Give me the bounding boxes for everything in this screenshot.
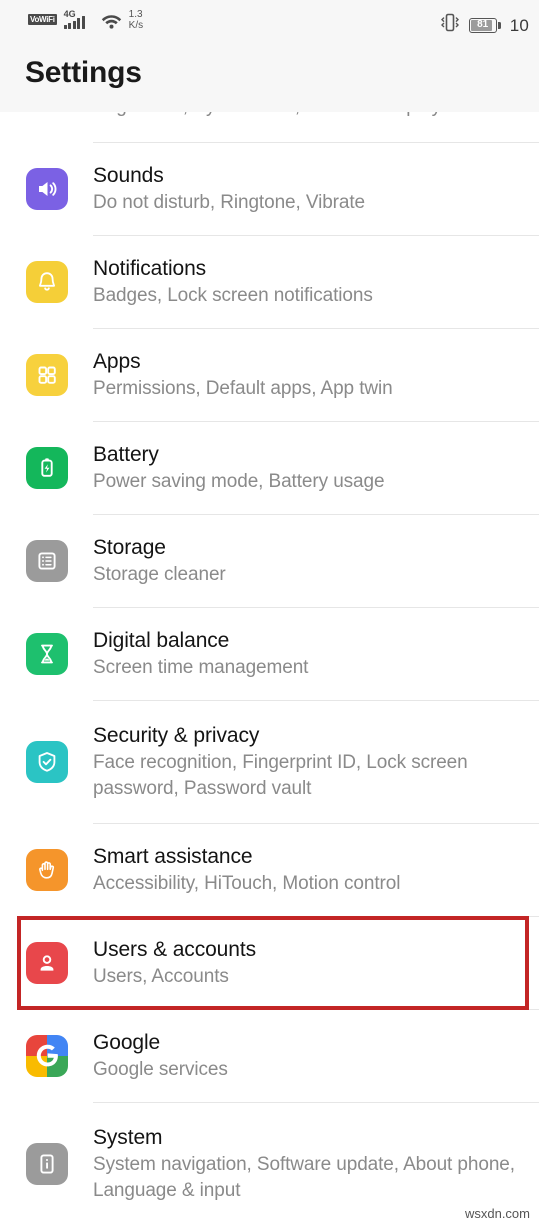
icon-column <box>0 540 93 582</box>
text-column: Apps Permissions, Default apps, App twin <box>93 348 523 402</box>
list-item-battery[interactable]: Battery Power saving mode, Battery usage <box>0 422 539 514</box>
vowifi-icon: VoWiFi <box>28 14 57 25</box>
list-item-subtitle: Google services <box>93 1059 228 1080</box>
hourglass-icon <box>25 633 68 675</box>
hand-icon <box>25 849 68 891</box>
status-bar: VoWiFi 4G 1.3 K/s 81 10 <box>0 0 539 50</box>
list-item-subtitle: Accessibility, HiTouch, Motion control <box>93 873 401 894</box>
icon-column <box>0 942 93 984</box>
list-item-title: Apps <box>93 350 141 373</box>
list-item-subtitle: Do not disturb, Ringtone, Vibrate <box>93 192 366 213</box>
status-bar-clock: 10 <box>509 15 529 35</box>
text-column: Digital balance Screen time management <box>93 627 523 681</box>
icon-column <box>0 633 93 675</box>
list-item-title: Digital balance <box>93 629 230 652</box>
text-column: Notifications Badges, Lock screen notifi… <box>93 255 523 309</box>
text-column: Storage Storage cleaner <box>93 534 523 588</box>
list-item-subtitle: System navigation, Software update, Abou… <box>93 1154 515 1201</box>
list-item-subtitle: Brightness, Eye comfort, Text and displa… <box>93 112 480 118</box>
icon-column <box>0 1143 93 1185</box>
text-column: System System navigation, Software updat… <box>93 1124 523 1204</box>
list-item-digital-balance[interactable]: Digital balance Screen time management <box>0 608 539 700</box>
list-item-google[interactable]: Google Google services <box>0 1010 539 1102</box>
list-item-title: System <box>93 1126 163 1149</box>
list-item-title: Notifications <box>93 257 207 280</box>
list-item-smart-assistance[interactable]: Smart assistance Accessibility, HiTouch,… <box>0 824 539 916</box>
settings-list[interactable]: Brightness, Eye comfort, Text and displa… <box>0 112 539 1225</box>
icon-column <box>0 849 93 891</box>
list-item-title: Sounds <box>93 164 164 187</box>
data-speed-indicator: 1.3 K/s <box>129 9 143 31</box>
text-column: Google Google services <box>93 1029 523 1083</box>
status-bar-left: VoWiFi 4G 1.3 K/s <box>28 9 143 34</box>
text-column: Battery Power saving mode, Battery usage <box>93 441 523 495</box>
storage-list-icon <box>25 540 68 582</box>
list-item-subtitle: Screen time management <box>93 657 309 678</box>
text-column: Users & accounts Users, Accounts <box>93 936 523 990</box>
list-item-subtitle: Face recognition, Fingerprint ID, Lock s… <box>93 752 468 799</box>
icon-column <box>0 261 93 303</box>
page-title: Settings <box>25 56 142 89</box>
wifi-icon <box>101 12 122 34</box>
list-item-title: Security & privacy <box>93 724 260 747</box>
list-item-apps[interactable]: Apps Permissions, Default apps, App twin <box>0 329 539 421</box>
signal-bar-group <box>63 16 85 29</box>
battery-bolt-icon <box>25 447 68 489</box>
battery-percent-label: 81 <box>477 19 489 30</box>
icon-column <box>0 741 93 783</box>
list-item-subtitle: Permissions, Default apps, App twin <box>93 378 393 399</box>
person-icon <box>25 942 68 984</box>
bell-icon <box>25 261 68 303</box>
data-speed-unit: K/s <box>128 20 144 31</box>
icon-column <box>0 354 93 396</box>
phone-info-icon <box>25 1143 68 1185</box>
list-item-partial-display[interactable]: Brightness, Eye comfort, Text and displa… <box>0 112 539 142</box>
list-item-subtitle: Storage cleaner <box>93 564 226 585</box>
text-column: Smart assistance Accessibility, HiTouch,… <box>93 843 523 897</box>
data-speed-value: 1.3 <box>128 9 143 20</box>
watermark: wsxdn.com <box>464 1206 530 1221</box>
list-item-subtitle: Power saving mode, Battery usage <box>93 471 385 492</box>
status-bar-right: 81 10 <box>440 13 529 37</box>
speaker-icon <box>25 168 68 210</box>
shield-check-icon <box>25 741 68 783</box>
signal-bars-icon: 4G <box>63 10 94 31</box>
list-item-sounds[interactable]: Sounds Do not disturb, Ringtone, Vibrate <box>0 143 539 235</box>
list-item-title: Users & accounts <box>93 938 256 961</box>
title-bar: Settings <box>0 50 539 112</box>
icon-column <box>0 1035 93 1077</box>
list-item-notifications[interactable]: Notifications Badges, Lock screen notifi… <box>0 236 539 328</box>
grid-squares-icon <box>25 354 68 396</box>
google-g-icon <box>25 1035 68 1077</box>
battery-icon: 81 <box>468 17 501 33</box>
list-item-security-privacy[interactable]: Security & privacy Face recognition, Fin… <box>0 701 539 823</box>
text-column: Security & privacy Face recognition, Fin… <box>93 722 523 802</box>
list-item-title: Battery <box>93 443 159 466</box>
text-column: Sounds Do not disturb, Ringtone, Vibrate <box>93 162 523 216</box>
list-item-title: Smart assistance <box>93 845 253 868</box>
list-item-subtitle: Users, Accounts <box>93 966 229 987</box>
list-item-users-accounts[interactable]: Users & accounts Users, Accounts <box>0 917 539 1009</box>
list-item-title: Storage <box>93 536 166 559</box>
list-item-title: Google <box>93 1031 161 1054</box>
list-item-system[interactable]: System System navigation, Software updat… <box>0 1103 539 1225</box>
icon-column <box>0 447 93 489</box>
icon-column <box>0 168 93 210</box>
vibrate-icon <box>440 13 460 37</box>
list-item-subtitle: Badges, Lock screen notifications <box>93 285 373 306</box>
list-item-storage[interactable]: Storage Storage cleaner <box>0 515 539 607</box>
